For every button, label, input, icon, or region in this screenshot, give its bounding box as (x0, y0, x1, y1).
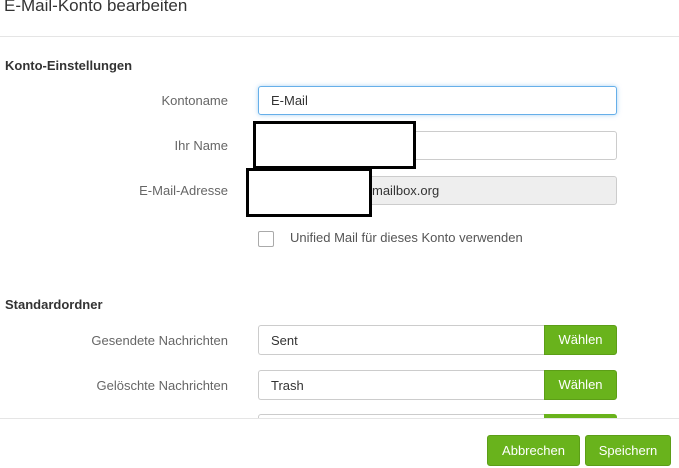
sent-folder-pick-button[interactable]: Wählen (544, 325, 617, 355)
unified-mail-label[interactable]: Unified Mail für dieses Konto verwenden (290, 230, 523, 245)
email-address-value: mailbox.org (372, 183, 440, 198)
section-heading-account-settings: Konto-Einstellungen (5, 58, 133, 73)
dialog-title: E-Mail-Konto bearbeiten (4, 0, 188, 15)
trash-folder-pick-button[interactable]: Wählen (544, 370, 617, 400)
section-heading-default-folders: Standardordner (5, 297, 103, 312)
unified-mail-checkbox[interactable] (258, 231, 274, 247)
trash-folder-label: Gelöschte Nachrichten (96, 378, 228, 393)
trash-folder-input[interactable] (258, 370, 545, 400)
account-name-input[interactable] (258, 86, 617, 115)
your-name-label: Ihr Name (174, 138, 228, 153)
account-name-label: Kontoname (161, 93, 229, 108)
email-address-label: E-Mail-Adresse (139, 183, 228, 198)
sent-folder-label: Gesendete Nachrichten (91, 333, 228, 348)
cancel-button[interactable]: Abbrechen (487, 435, 580, 466)
redaction-box-name (253, 121, 416, 169)
sent-folder-input[interactable] (258, 325, 545, 355)
save-button[interactable]: Speichern (585, 435, 671, 466)
redaction-box-email (246, 168, 372, 217)
header-divider (0, 36, 679, 37)
footer-divider (0, 418, 679, 419)
